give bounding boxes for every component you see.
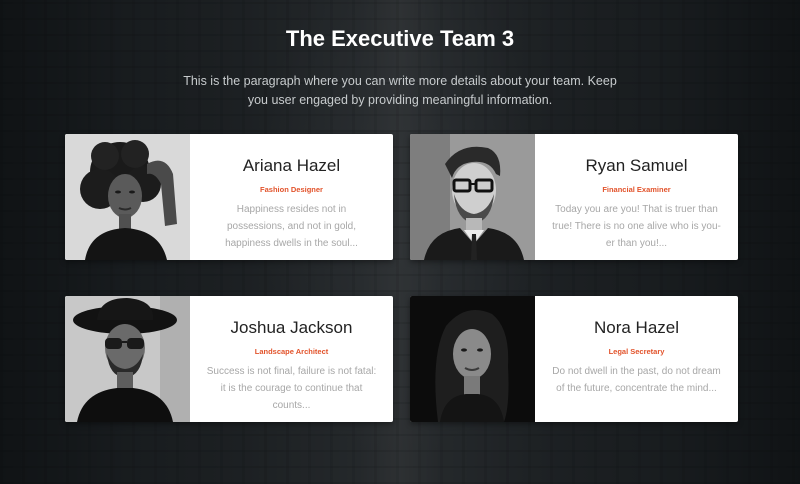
member-name: Nora Hazel bbox=[593, 318, 680, 337]
member-bio: Today you are you! That is truer than tr… bbox=[552, 204, 721, 249]
member-role: Fashion Designer bbox=[260, 185, 323, 194]
member-info: Ryan Samuel Financial Examiner Today you… bbox=[535, 134, 738, 260]
member-bio: Happiness resides not in possessions, an… bbox=[225, 204, 358, 249]
section-title: The Executive Team 3 bbox=[285, 26, 515, 51]
member-name: Ryan Samuel bbox=[585, 156, 688, 175]
member-photo bbox=[65, 296, 190, 422]
member-name: Joshua Jackson bbox=[230, 318, 353, 337]
team-section: The Executive Team 3 This is the paragra… bbox=[0, 0, 800, 484]
section-intro: This is the paragraph where you can writ… bbox=[183, 74, 617, 107]
member-role: Financial Examiner bbox=[602, 185, 671, 194]
team-member-card: Ariana Hazel Fashion Designer Happiness … bbox=[65, 134, 393, 260]
member-photo bbox=[65, 134, 190, 260]
member-bio: Success is not final, failure is not fat… bbox=[206, 366, 377, 411]
member-photo bbox=[410, 134, 535, 260]
member-role: Landscape Architect bbox=[254, 347, 329, 356]
member-info: Ariana Hazel Fashion Designer Happiness … bbox=[190, 134, 393, 260]
member-info: Nora Hazel Legal Secretary Do not dwell … bbox=[535, 296, 738, 422]
team-member-card: Joshua Jackson Landscape Architect Succe… bbox=[65, 296, 393, 422]
team-member-card: Nora Hazel Legal Secretary Do not dwell … bbox=[410, 296, 738, 422]
member-role: Legal Secretary bbox=[608, 347, 665, 356]
member-bio: Do not dwell in the past, do not dream o… bbox=[552, 366, 721, 394]
team-member-card: Ryan Samuel Financial Examiner Today you… bbox=[410, 134, 738, 260]
member-photo bbox=[410, 296, 535, 422]
member-info: Joshua Jackson Landscape Architect Succe… bbox=[190, 296, 393, 422]
member-name: Ariana Hazel bbox=[242, 156, 341, 175]
